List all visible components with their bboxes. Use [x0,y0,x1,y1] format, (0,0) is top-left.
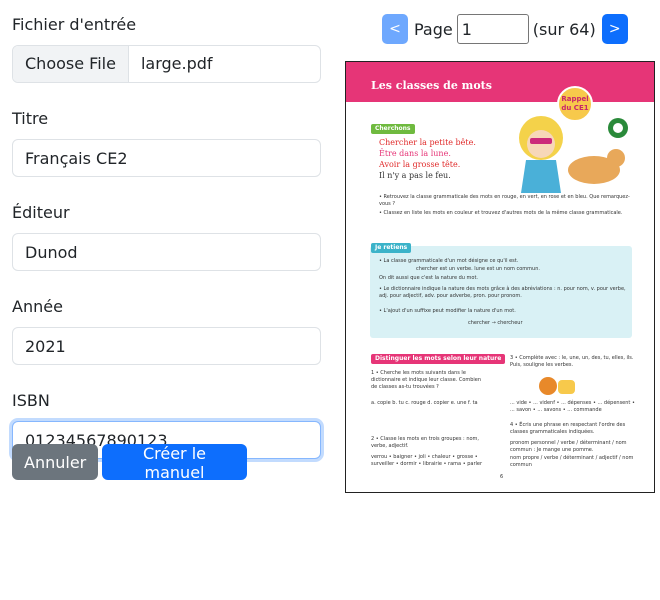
exercise-4-prompt: nom propre / verbe / déterminant / adjec… [510,455,634,468]
manual-form: Fichier d'entrée Choose File large.pdf T… [12,0,321,459]
publisher-input[interactable] [12,233,321,271]
year-input[interactable] [12,327,321,365]
file-field: Fichier d'entrée Choose File large.pdf [12,13,321,83]
choose-file-button[interactable]: Choose File [13,46,129,82]
file-input[interactable]: Choose File large.pdf [12,45,321,83]
retain-line-5: • L'ajout d'un suffixe peut modifier la … [379,308,516,314]
year-field: Année [12,295,321,365]
retain-line-6: chercher → chercheur [468,320,523,326]
file-name: large.pdf [140,54,213,73]
file-label: Fichier d'entrée [12,15,137,34]
expression-1: Chercher la petite bête. [379,138,476,147]
expression-3: Avoir la grosse tête. [379,160,461,169]
search-question-2: • Classez en liste les mots en couleur e… [379,210,623,216]
year-label: Année [12,297,63,316]
next-page-button[interactable]: > [601,14,628,44]
exercise-1-items: a. copie b. tu c. rouge d. copier e. une… [371,400,478,406]
prev-page-button[interactable]: < [382,14,408,44]
page-number: 6 [500,474,504,480]
expression-lines: Chercher la petite bête. Être dans la lu… [379,137,476,181]
pdf-page-preview: Les classes de mots Rappel du CE1 Cherch… [345,61,655,493]
exercise-3: 3 • Complète avec : le, une, un, des, tu… [510,355,634,368]
retain-line-3: On dit aussi que c'est la nature du mot. [379,275,479,281]
create-manual-button[interactable]: Créer le manuel [102,444,247,482]
exercise-3-items: ... vide • ... videnf • ... dépenses • .… [510,400,635,413]
search-tag: Cherchons [371,124,415,134]
expression-2: Être dans la lune. [379,149,451,158]
form-actions: Annuler Créer le manuel [12,444,247,482]
exercise-4-example: pronom personnel / verbe / déterminant /… [510,440,627,453]
retain-line-2: chercher est un verbe. lune est un nom c… [416,266,540,272]
isbn-label: ISBN [12,391,50,410]
retain-line-4: • Le dictionnaire indique la nature des … [379,286,626,299]
exercise-4: 4 • Écris une phrase en respectant l'ord… [510,422,626,435]
exercise-tag: Distinguer les mots selon leur nature [371,354,506,364]
pager: < Page (sur 64) > [382,13,628,45]
page-label: Page [414,19,453,39]
children-illustration [519,116,628,193]
title-label: Titre [12,109,49,128]
search-question-1: • Retrouvez la classe grammaticale des m… [379,194,630,207]
exercise-1: 1 • Cherche les mots suivants dans le di… [371,370,482,390]
cancel-button[interactable]: Annuler [12,444,98,480]
page-total: (sur 64) [532,19,596,39]
cat-illustration [539,377,575,395]
title-input[interactable] [12,139,321,177]
retain-line-1: • La classe grammaticale d'un mot désign… [379,258,519,264]
title-field: Titre [12,107,321,177]
exercise-2-items: verrou • baigner • joli • chaleur • gros… [371,454,483,467]
publisher-label: Éditeur [12,203,70,222]
expression-4: Il n'y a pas le feu. [379,171,451,180]
retain-tag: Je retiens [371,243,412,253]
page-title: Les classes de mots [371,79,492,92]
page-number-input[interactable] [456,14,529,44]
publisher-field: Éditeur [12,201,321,271]
exercise-2: 2 • Classe les mots en trois groupes : n… [371,436,480,449]
